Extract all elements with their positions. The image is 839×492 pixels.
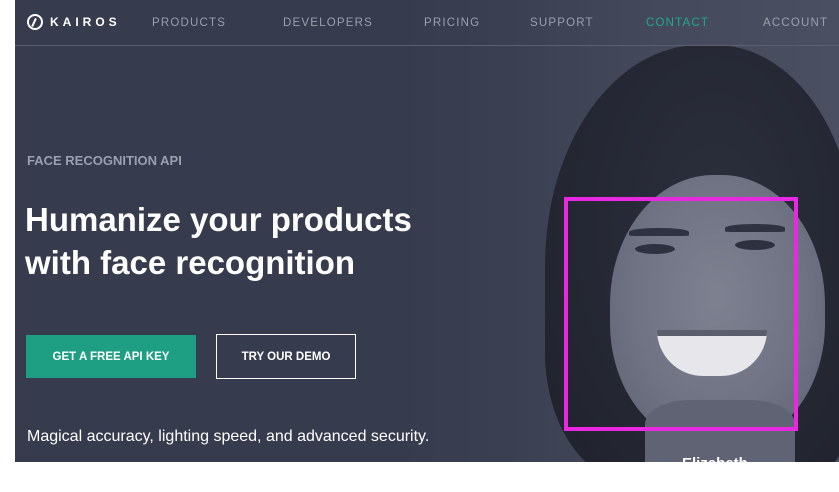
nav-item-products[interactable]: PRODUCTS <box>152 17 226 29</box>
kairos-logo[interactable]: KAIROS <box>27 14 121 30</box>
nav-item-developers[interactable]: DEVELOPERS <box>283 17 373 29</box>
detected-person-name: Elizabeth <box>682 455 748 472</box>
hero-headline-line-1: Humanize your products <box>25 201 412 238</box>
hero-tagline: Magical accuracy, lighting speed, and ad… <box>27 428 430 445</box>
kairos-logo-icon <box>27 14 43 30</box>
try-our-demo-button[interactable]: TRY OUR DEMO <box>216 334 356 379</box>
nav-item-contact[interactable]: CONTACT <box>646 17 709 29</box>
logo-text: KAIROS <box>50 15 121 29</box>
top-nav: KAIROS PRODUCTS DEVELOPERS PRICING SUPPO… <box>15 0 839 46</box>
nav-item-account[interactable]: ACCOUNT <box>763 17 828 29</box>
face-detection-box <box>564 197 798 431</box>
hero-headline: Humanize your products with face recogni… <box>25 198 545 284</box>
hero-headline-line-2: with face recognition <box>25 244 356 281</box>
get-free-api-key-button[interactable]: GET A FREE API KEY <box>26 335 196 378</box>
nav-item-pricing[interactable]: PRICING <box>424 17 480 29</box>
nav-item-support[interactable]: SUPPORT <box>530 17 594 29</box>
hero-eyebrow: FACE RECOGNITION API <box>27 153 182 168</box>
detected-person-time: 8:23AM <box>682 472 734 489</box>
